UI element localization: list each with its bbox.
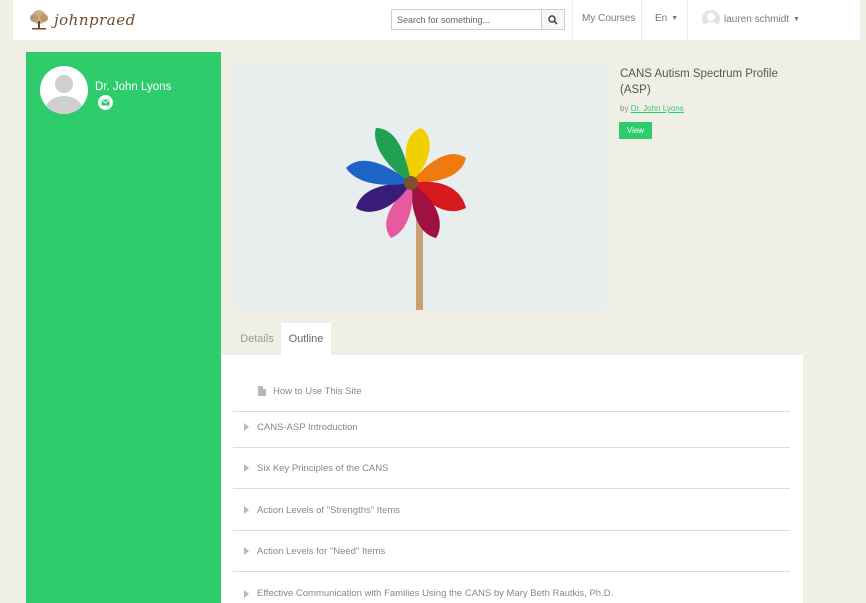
course-cover-image <box>233 65 607 310</box>
search-icon <box>548 14 558 25</box>
nav-divider <box>641 0 642 40</box>
expand-arrow-icon <box>243 547 249 555</box>
outline-item[interactable]: Effective Communication with Families Us… <box>233 573 790 603</box>
search-button[interactable] <box>541 9 565 30</box>
outline-item-label: Effective Communication with Families Us… <box>257 588 614 599</box>
language-dropdown[interactable]: En ▼ <box>655 13 678 24</box>
search-form <box>391 9 565 30</box>
outline-item-label: Action Levels for "Need" Items <box>257 545 386 557</box>
nav-divider <box>687 0 688 40</box>
outline-item[interactable]: Six Key Principles of the CANS <box>233 448 790 489</box>
my-courses-link[interactable]: My Courses <box>582 13 635 24</box>
top-navbar: johnpraed My Courses En ▼ lauren schmidt… <box>13 0 860 40</box>
document-icon <box>258 386 266 396</box>
nav-divider <box>572 0 573 40</box>
outline-panel: How to Use This Site CANS-ASP Introducti… <box>221 355 803 603</box>
outline-item[interactable]: Action Levels for "Need" Items <box>233 531 790 572</box>
course-title: CANS Autism Spectrum Profile (ASP) <box>620 68 778 96</box>
user-avatar <box>702 10 720 28</box>
caret-down-icon: ▼ <box>671 15 679 22</box>
my-courses-label: My Courses <box>582 13 636 24</box>
tab-details[interactable]: Details <box>233 323 281 355</box>
outline-item-label: How to Use This Site <box>273 385 362 397</box>
search-input[interactable] <box>391 9 541 30</box>
outline-item[interactable]: CANS-ASP Introduction <box>233 407 790 448</box>
expand-arrow-icon <box>243 423 249 431</box>
pinwheel-image <box>233 65 607 310</box>
course-byline: by Dr. John Lyons <box>620 104 684 113</box>
tab-outline[interactable]: Outline <box>281 323 331 355</box>
outline-item-label: CANS-ASP Introduction <box>257 421 358 433</box>
expand-arrow-icon <box>243 506 249 514</box>
author-link[interactable]: Dr. John Lyons <box>631 104 684 113</box>
outline-item-label: Six Key Principles of the CANS <box>257 462 389 474</box>
user-name: lauren schmidt <box>724 13 790 25</box>
site-logo[interactable]: johnpraed <box>28 8 136 32</box>
envelope-icon <box>101 99 110 106</box>
author-name[interactable]: Dr. John Lyons <box>95 81 171 93</box>
message-icon[interactable] <box>98 95 113 110</box>
logo-text: johnpraed <box>54 11 136 29</box>
expand-arrow-icon <box>243 589 249 598</box>
outline-item-label: Action Levels of "Strengths" Items <box>257 504 400 516</box>
expand-arrow-icon <box>243 464 249 472</box>
author-avatar[interactable] <box>40 66 88 114</box>
view-course-button[interactable]: View <box>619 122 652 139</box>
tree-logo-icon <box>30 10 48 30</box>
byline-prefix: by <box>620 104 629 113</box>
language-label: En <box>655 13 668 24</box>
caret-down-icon: ▼ <box>793 15 800 23</box>
author-sidebar: Dr. John Lyons <box>26 52 221 603</box>
outline-item[interactable]: Action Levels of "Strengths" Items <box>233 490 790 531</box>
user-menu[interactable]: lauren schmidt ▼ <box>702 10 800 28</box>
outline-item[interactable]: How to Use This Site <box>233 371 790 412</box>
